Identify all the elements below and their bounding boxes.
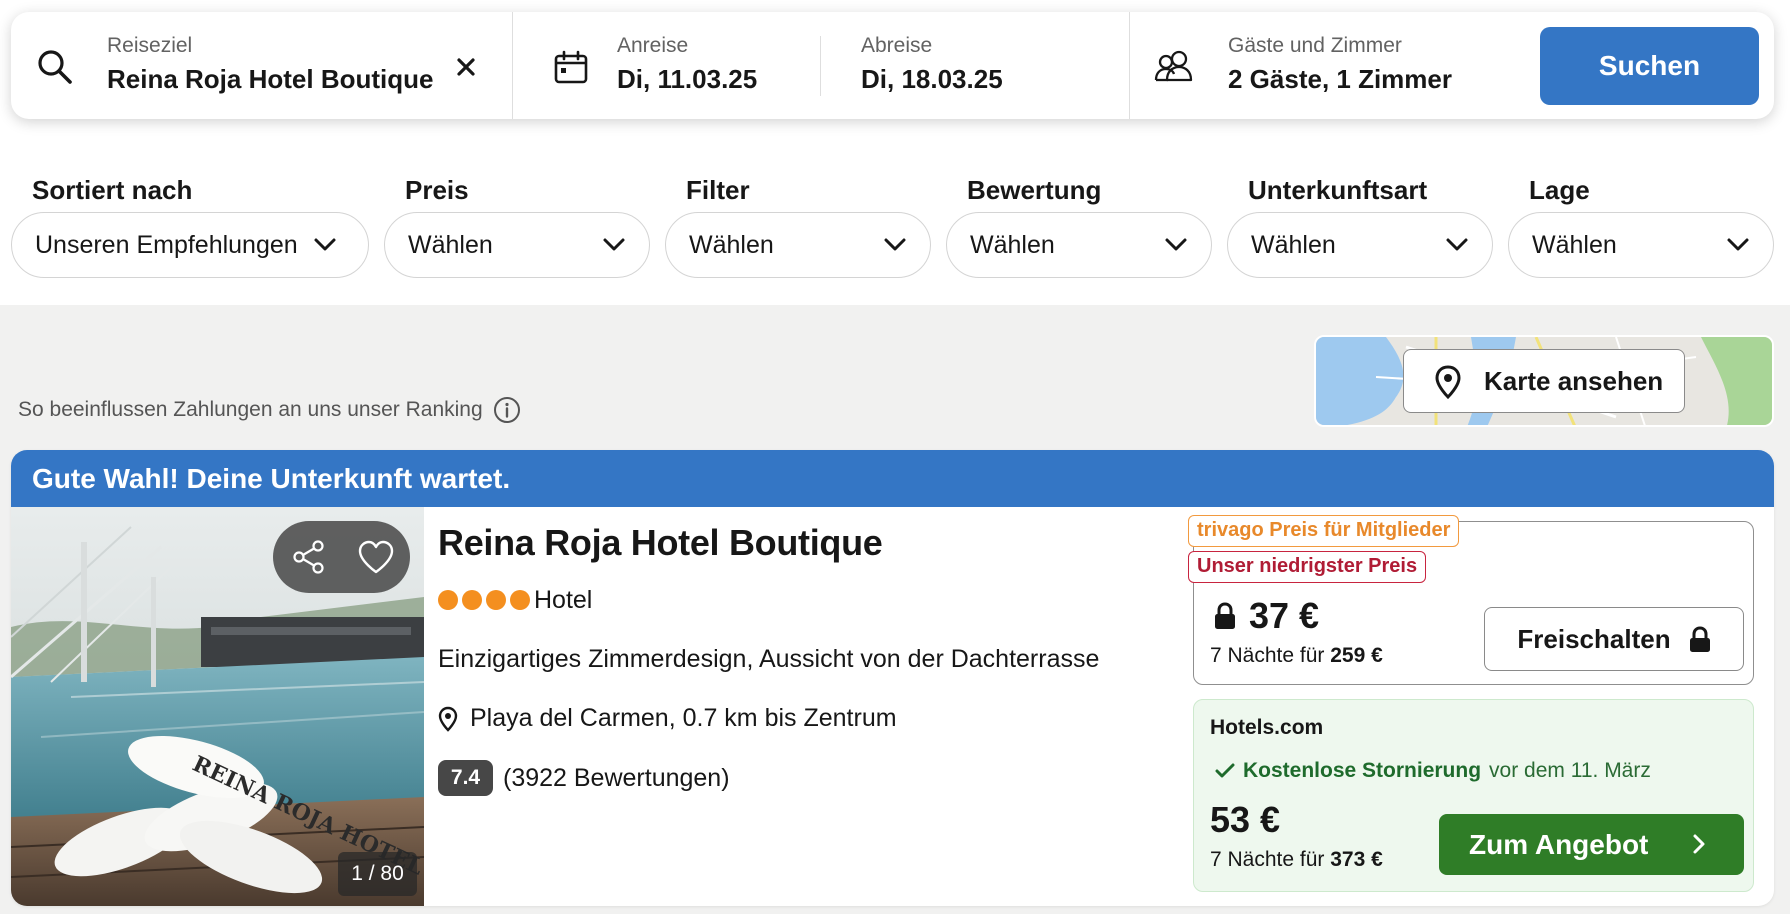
- rating-score-badge: 7.4: [438, 760, 493, 796]
- hotel-name[interactable]: Reina Roja Hotel Boutique: [438, 522, 883, 564]
- star-dot: [510, 590, 530, 610]
- guests-label: Gäste und Zimmer: [1228, 34, 1402, 57]
- guests-field[interactable]: Gäste und Zimmer 2 Gäste, 1 Zimmer: [1130, 12, 1530, 119]
- property-type-select[interactable]: Wählen: [1227, 212, 1493, 278]
- chevron-down-icon: [603, 238, 625, 251]
- guests-icon: [1154, 50, 1193, 82]
- sort-select[interactable]: Unseren Empfehlungen: [11, 212, 369, 278]
- view-offer-label: Zum Angebot: [1469, 828, 1649, 860]
- offer-nights: 7 Nächte für 373 €: [1210, 848, 1383, 872]
- sort-select-value: Unseren Empfehlungen: [35, 230, 298, 259]
- result-banner: Gute Wahl! Deine Unterkunft wartet.: [11, 450, 1774, 507]
- filter-property-type: Unterkunftsart Wählen: [1227, 172, 1493, 278]
- checkin-label: Anreise: [617, 34, 689, 57]
- destination-label: Reiseziel: [107, 34, 193, 57]
- filter-label: Unterkunftsart: [1248, 175, 1428, 205]
- hotel-location: Playa del Carmen, 0.7 km bis Zentrum: [438, 704, 897, 733]
- checkout-field[interactable]: Abreise Di, 18.03.25: [821, 12, 1139, 119]
- chevron-down-icon: [884, 238, 906, 251]
- member-nights-prefix: 7 Nächte für: [1210, 644, 1325, 667]
- member-price-badge: trivago Preis für Mitglieder: [1188, 515, 1460, 547]
- member-price-value: 37 €: [1249, 595, 1320, 636]
- filter-sort: Sortiert nach Unseren Empfehlungen: [11, 172, 369, 278]
- ranking-note-text: So beeinflussen Zahlungen an uns unser R…: [18, 398, 483, 421]
- hotel-location-text: Playa del Carmen, 0.7 km bis Zentrum: [470, 704, 897, 732]
- chevron-down-icon: [1165, 238, 1187, 251]
- offer-provider: Hotels.com: [1210, 716, 1324, 739]
- star-dot: [462, 590, 482, 610]
- unlock-button[interactable]: Freischalten: [1484, 607, 1744, 671]
- search-button[interactable]: Suchen: [1540, 27, 1759, 105]
- guests-value[interactable]: 2 Gäste, 1 Zimmer: [1228, 64, 1452, 95]
- location-select-value: Wählen: [1532, 230, 1617, 259]
- member-price: 37 €: [1213, 595, 1319, 637]
- lock-icon: [1215, 602, 1235, 629]
- map-pin-icon: [1435, 365, 1461, 399]
- offer-nights-total: 373 €: [1330, 848, 1383, 871]
- checkin-value[interactable]: Di, 11.03.25: [617, 64, 757, 95]
- free-cancellation-label: Kostenlose Stornierung: [1243, 759, 1482, 782]
- lock-icon: [1689, 625, 1710, 652]
- star-rating: [438, 590, 530, 610]
- chevron-down-icon: [314, 238, 336, 251]
- checkin-field[interactable]: Anreise Di, 11.03.25: [513, 12, 831, 119]
- rating-select[interactable]: Wählen: [946, 212, 1212, 278]
- chevron-down-icon: [1727, 238, 1749, 251]
- hotel-type: Hotel: [534, 586, 593, 614]
- hotel-photo[interactable]: REINA ROJA HOTEL 1 / 80: [11, 507, 424, 906]
- filter-rating: Bewertung Wählen: [946, 172, 1212, 278]
- calendar-icon: [554, 50, 588, 84]
- filter-label: Bewertung: [967, 175, 1102, 205]
- chevron-down-icon: [1446, 238, 1468, 251]
- member-nights: 7 Nächte für 259 €: [1210, 644, 1383, 668]
- lowest-price-badge: Unser niedrigster Preis: [1188, 551, 1427, 583]
- rating-select-value: Wählen: [970, 230, 1055, 259]
- hotel-result-card[interactable]: Gute Wahl! Deine Unterkunft wartet. REIN…: [11, 450, 1774, 906]
- info-icon[interactable]: [493, 396, 521, 424]
- photo-counter: 1 / 80: [338, 852, 417, 896]
- chevron-right-icon: [1693, 834, 1705, 854]
- filter-label: Lage: [1529, 175, 1590, 205]
- clear-icon[interactable]: [456, 57, 476, 77]
- filter-label: Sortiert nach: [32, 175, 193, 205]
- filter-price: Preis Wählen: [384, 172, 650, 278]
- view-map-label: Karte ansehen: [1484, 365, 1664, 396]
- unlock-button-label: Freischalten: [1517, 623, 1671, 654]
- view-offer-button[interactable]: Zum Angebot: [1439, 814, 1744, 875]
- rating-count: (3922 Bewertungen): [503, 763, 730, 792]
- view-map-button[interactable]: Karte ansehen: [1403, 349, 1685, 413]
- filter-label: Preis: [405, 175, 469, 205]
- star-dot: [438, 590, 458, 610]
- checkout-value[interactable]: Di, 18.03.25: [861, 64, 1003, 95]
- search-icon: [38, 50, 72, 84]
- ranking-note[interactable]: So beeinflussen Zahlungen an uns unser R…: [18, 396, 521, 424]
- hotel-rating[interactable]: 7.4 (3922 Bewertungen): [438, 760, 730, 796]
- price-select-value: Wählen: [408, 230, 493, 259]
- search-bar: Reiseziel Reina Roja Hotel Boutique Anre…: [11, 12, 1774, 119]
- free-cancellation-deadline: vor dem 11. März: [1489, 759, 1651, 782]
- free-cancellation: Kostenlose Stornierung vor dem 11. März: [1215, 759, 1651, 783]
- member-nights-total: 259 €: [1330, 644, 1383, 667]
- filter-filter: Filter Wählen: [665, 172, 931, 278]
- check-icon: [1215, 763, 1235, 778]
- location-pin-icon: [438, 706, 458, 732]
- filter-select-value: Wählen: [689, 230, 774, 259]
- filter-select[interactable]: Wählen: [665, 212, 931, 278]
- filter-location: Lage Wählen: [1508, 172, 1774, 278]
- hotel-highlights: Einzigartiges Zimmerdesign, Aussicht von…: [438, 645, 1100, 673]
- share-icon[interactable]: [291, 539, 327, 575]
- destination-field[interactable]: Reiseziel Reina Roja Hotel Boutique: [11, 12, 475, 119]
- offer-price: 53 €: [1210, 799, 1281, 840]
- property-type-select-value: Wählen: [1251, 230, 1336, 259]
- destination-value[interactable]: Reina Roja Hotel Boutique: [107, 64, 433, 95]
- checkout-label: Abreise: [861, 34, 933, 57]
- offer-nights-prefix: 7 Nächte für: [1210, 848, 1325, 871]
- location-select[interactable]: Wählen: [1508, 212, 1774, 278]
- star-dot: [486, 590, 506, 610]
- photo-actions: [273, 521, 410, 593]
- heart-icon[interactable]: [357, 539, 395, 575]
- price-select[interactable]: Wählen: [384, 212, 650, 278]
- filter-label: Filter: [686, 175, 750, 205]
